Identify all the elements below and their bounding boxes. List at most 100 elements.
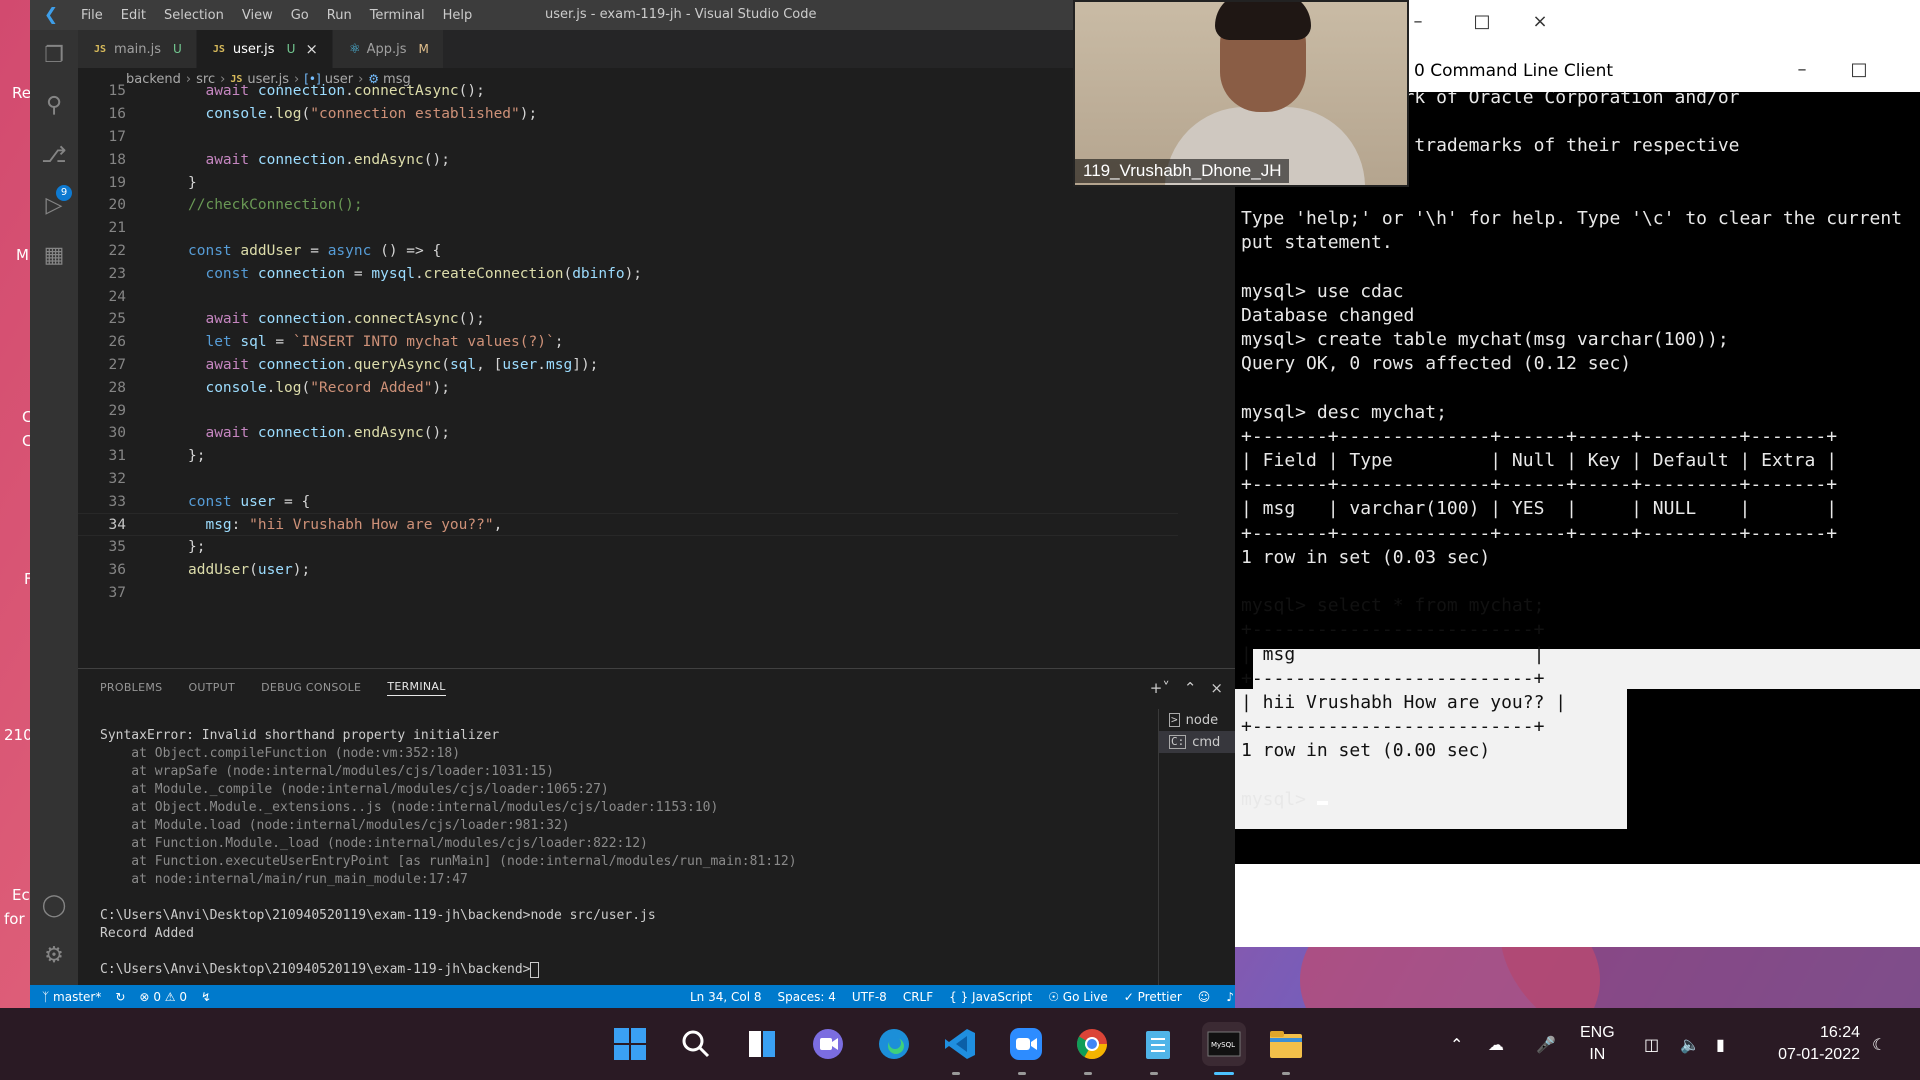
code-line[interactable]: 19} bbox=[78, 171, 1178, 194]
run-debug-icon[interactable]: ▷ bbox=[40, 192, 68, 220]
tab-output[interactable]: OUTPUT bbox=[188, 681, 235, 696]
zoom-icon[interactable] bbox=[1006, 1024, 1046, 1064]
go-live-button[interactable]: ☉ Go Live bbox=[1048, 990, 1108, 1004]
source-control-icon[interactable]: ⎇ bbox=[40, 142, 68, 170]
maximize-panel-icon[interactable]: ⌃ bbox=[1184, 679, 1197, 697]
tab-debug-console[interactable]: DEBUG CONSOLE bbox=[261, 681, 361, 696]
battery-icon[interactable]: ▮ bbox=[1716, 1008, 1725, 1080]
maximize-icon[interactable]: □ bbox=[1847, 58, 1871, 82]
search-icon[interactable] bbox=[676, 1024, 716, 1064]
menu-go[interactable]: Go bbox=[282, 8, 318, 23]
code-line[interactable]: 33 const user = { bbox=[78, 490, 1178, 513]
search-icon[interactable]: ⚲ bbox=[40, 92, 68, 120]
notepad-icon[interactable] bbox=[1138, 1024, 1178, 1064]
feedback-icon[interactable]: ☺ bbox=[1198, 990, 1211, 1004]
code-line[interactable]: 34 msg: "hii Vrushabh How are you??", bbox=[78, 513, 1178, 536]
menu-help[interactable]: Help bbox=[434, 8, 482, 23]
code-line[interactable]: 27 await connection.queryAsync(sql, [use… bbox=[78, 354, 1178, 377]
close-icon[interactable]: × bbox=[1528, 10, 1552, 34]
code-line[interactable]: 30 await connection.endAsync(); bbox=[78, 422, 1178, 445]
indentation[interactable]: Spaces: 4 bbox=[778, 990, 836, 1004]
edge-icon[interactable] bbox=[874, 1024, 914, 1064]
problems-status[interactable]: ⊗ 0 ⚠ 0 bbox=[139, 990, 187, 1004]
eol[interactable]: CRLF bbox=[903, 990, 933, 1004]
microphone-icon[interactable]: 🎤 bbox=[1536, 1008, 1556, 1080]
chrome-icon[interactable] bbox=[1072, 1024, 1112, 1064]
code-line[interactable]: 23 const connection = mysql.createConnec… bbox=[78, 262, 1178, 285]
code-line[interactable]: 35}; bbox=[78, 536, 1178, 559]
code-line[interactable]: 21 bbox=[78, 217, 1178, 240]
tray-overflow[interactable]: ⌃ bbox=[1450, 1008, 1463, 1080]
tab-label: App.js bbox=[366, 41, 407, 57]
minimize-icon[interactable]: – bbox=[1790, 58, 1814, 82]
tab-problems[interactable]: PROBLEMS bbox=[100, 681, 162, 696]
menu-terminal[interactable]: Terminal bbox=[361, 8, 434, 23]
terminal-output[interactable]: SyntaxError: Invalid shorthand property … bbox=[100, 727, 1100, 979]
menu-view[interactable]: View bbox=[233, 8, 282, 23]
widgets-icon[interactable] bbox=[742, 1024, 782, 1064]
code-line[interactable]: 32 bbox=[78, 468, 1178, 491]
code-line[interactable]: 26 let sql = `INSERT INTO mychat values(… bbox=[78, 331, 1178, 354]
line-number: 30 bbox=[108, 425, 126, 442]
encoding[interactable]: UTF-8 bbox=[852, 990, 887, 1004]
code-line[interactable]: 29 bbox=[78, 399, 1178, 422]
code-text: }; bbox=[188, 448, 206, 465]
settings-gear-icon[interactable]: ⚙ bbox=[40, 942, 68, 970]
lightning-icon[interactable]: ↯ bbox=[201, 990, 211, 1004]
code-line[interactable]: 36 addUser(user); bbox=[78, 559, 1178, 582]
notifications-moon-icon[interactable]: ☾ bbox=[1872, 1008, 1886, 1080]
code-line[interactable]: 31}; bbox=[78, 445, 1178, 468]
file-explorer-icon[interactable] bbox=[1266, 1024, 1306, 1064]
sync-icon[interactable]: ↻ bbox=[115, 990, 125, 1004]
branch-status[interactable]: ᛉ master* bbox=[42, 990, 101, 1004]
tab-terminal[interactable]: TERMINAL bbox=[387, 680, 446, 696]
extensions-icon[interactable]: ▦ bbox=[40, 242, 68, 270]
start-icon[interactable] bbox=[610, 1024, 650, 1064]
line-number: 25 bbox=[108, 311, 126, 328]
input-language[interactable]: ENG IN bbox=[1580, 1022, 1615, 1066]
volume-icon[interactable]: 🔈 bbox=[1680, 1008, 1700, 1080]
teams-chat-icon[interactable] bbox=[808, 1024, 848, 1064]
tab-app-js[interactable]: ⚛ App.js M bbox=[332, 30, 444, 68]
branch-label: master* bbox=[53, 989, 102, 1004]
mysql-icon[interactable]: MySQL bbox=[1202, 1022, 1246, 1066]
minimize-icon[interactable]: – bbox=[1406, 10, 1430, 34]
code-line[interactable]: 17 bbox=[78, 126, 1178, 149]
terminal-prompt[interactable]: C:\Users\Anvi\Desktop\210940520119\exam-… bbox=[100, 961, 1100, 979]
code-line[interactable]: 28 console.log("Record Added"); bbox=[78, 376, 1178, 399]
language-mode[interactable]: { } JavaScript bbox=[949, 990, 1032, 1004]
code-line[interactable]: 16 console.log("connection established")… bbox=[78, 103, 1178, 126]
code-line[interactable]: 37 bbox=[78, 582, 1178, 605]
menu-edit[interactable]: Edit bbox=[112, 8, 155, 23]
maximize-icon[interactable]: □ bbox=[1470, 10, 1494, 34]
account-icon[interactable]: ◯ bbox=[40, 892, 68, 920]
terminal-session-node[interactable]: > node bbox=[1159, 709, 1235, 731]
code-line[interactable]: 22 const addUser = async () => { bbox=[78, 240, 1178, 263]
menu-selection[interactable]: Selection bbox=[155, 8, 233, 23]
onedrive-cloud-icon[interactable]: ☁ bbox=[1488, 1008, 1504, 1080]
explorer-icon[interactable]: ❐ bbox=[40, 42, 68, 70]
prettier-button[interactable]: ✓ Prettier bbox=[1124, 990, 1182, 1004]
clock[interactable]: 16:24 07-01-2022 bbox=[1760, 1022, 1860, 1066]
code-line[interactable]: 18 await connection.endAsync(); bbox=[78, 148, 1178, 171]
tab-user-js[interactable]: JS user.js U × bbox=[196, 30, 333, 68]
close-panel-icon[interactable]: × bbox=[1210, 679, 1223, 697]
menu-file[interactable]: File bbox=[72, 8, 112, 23]
code-line[interactable]: 25 await connection.connectAsync(); bbox=[78, 308, 1178, 331]
close-icon[interactable]: × bbox=[305, 40, 318, 58]
cursor-position[interactable]: Ln 34, Col 8 bbox=[690, 990, 762, 1004]
terminal-session-cmd[interactable]: C: cmd bbox=[1159, 731, 1235, 753]
mysql-console[interactable]: istered trademark of Oracle Corporation … bbox=[1235, 92, 1920, 864]
code-line[interactable]: 20 //checkConnection(); bbox=[78, 194, 1178, 217]
tab-main-js[interactable]: JS main.js U bbox=[78, 30, 197, 68]
code-editor[interactable]: 15 await connection.connectAsync(); 16 co… bbox=[78, 83, 1235, 668]
code-line[interactable]: 24 bbox=[78, 285, 1178, 308]
menu-run[interactable]: Run bbox=[318, 8, 361, 23]
line-number: 31 bbox=[108, 448, 126, 465]
network-icon[interactable]: ◫ bbox=[1644, 1008, 1659, 1080]
code-line[interactable]: 15 await connection.connectAsync(); bbox=[78, 80, 1178, 103]
bell-icon[interactable]: ♪ bbox=[1226, 990, 1234, 1004]
vscode-icon[interactable] bbox=[940, 1024, 980, 1064]
line-number: 34 bbox=[108, 516, 126, 533]
new-terminal-icon[interactable]: +˅ bbox=[1150, 679, 1170, 697]
